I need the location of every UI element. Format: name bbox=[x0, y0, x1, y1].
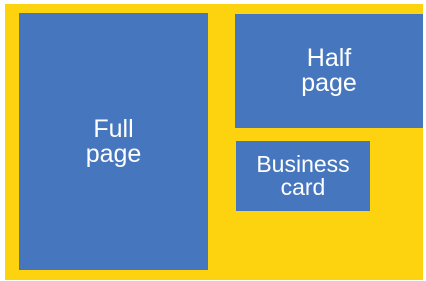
half-page-label: Half page bbox=[301, 46, 357, 96]
half-page-label-line2: page bbox=[301, 69, 357, 97]
business-card-label-line1: Business bbox=[256, 151, 350, 177]
ad-size-diagram: Full page Half page Business card bbox=[5, 4, 423, 280]
full-page-label-line1: Full bbox=[93, 114, 134, 143]
business-card-label: Business card bbox=[256, 153, 349, 199]
full-page-label-line2: page bbox=[85, 139, 142, 168]
half-page-block: Half page bbox=[235, 14, 423, 128]
full-page-block: Full page bbox=[19, 13, 208, 270]
half-page-label-line1: Half bbox=[306, 44, 352, 72]
full-page-label: Full page bbox=[85, 114, 142, 168]
business-card-block: Business card bbox=[236, 141, 370, 211]
business-card-label-line2: card bbox=[280, 174, 326, 200]
